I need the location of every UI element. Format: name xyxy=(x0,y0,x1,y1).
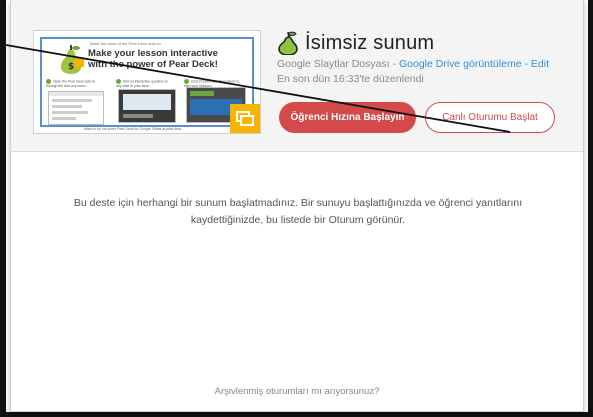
right-edge xyxy=(588,0,593,417)
link-separator: - xyxy=(521,58,531,70)
deck-header: $ Make the most of the Pear Deck add-on … xyxy=(11,0,583,152)
pear-icon: $ xyxy=(61,45,84,74)
empty-sessions-message: Bu deste için herhangi bir sunum başlatm… xyxy=(73,197,523,226)
drive-view-link[interactable]: Google Drive görüntüleme xyxy=(399,58,522,70)
thumbnail-caption: Make the most of the Pear Deck add-on xyxy=(90,41,161,46)
bottom-edge xyxy=(0,412,593,417)
start-live-session-button[interactable]: Canlı Oturumu Başlat xyxy=(425,102,555,133)
deck-thumbnail[interactable]: $ Make the most of the Pear Deck add-on … xyxy=(33,30,261,134)
thumbnail-slide-frame: $ Make the most of the Pear Deck add-on … xyxy=(40,37,254,127)
svg-text:$: $ xyxy=(68,62,74,72)
left-edge xyxy=(0,0,6,417)
screen: $ Make the most of the Pear Deck add-on … xyxy=(0,0,593,417)
deck-file-info: Google Slaytlar Dosyası - Google Drive g… xyxy=(277,58,549,70)
thumbnail-step-2: Add an interactive question to any slide… xyxy=(116,79,174,88)
thumbnail-screenshot-slide xyxy=(118,89,176,123)
google-slides-icon xyxy=(230,104,260,133)
deck-title-row: İsimsiz sunum xyxy=(277,30,434,56)
last-edited-label: En son dün 16:33'te düzenlendi xyxy=(277,73,424,85)
deck-modal: $ Make the most of the Pear Deck add-on … xyxy=(10,0,584,412)
deck-title: İsimsiz sunum xyxy=(305,31,435,54)
slides-glyph-icon xyxy=(236,111,254,126)
step-text: Add an interactive question to any slide… xyxy=(116,79,168,88)
student-paced-button[interactable]: Öğrenci Hızına Başlayın xyxy=(279,102,416,133)
thumbnail-screenshot-menu xyxy=(48,91,104,125)
pear-logo-icon xyxy=(278,31,298,55)
file-type-label: Google Slaytlar Dosyası - xyxy=(277,58,399,70)
step-text: Open the Pear Deck add-on through the Ad… xyxy=(46,79,96,88)
edit-link[interactable]: Edit xyxy=(531,58,549,70)
thumbnail-footer: Want to try out some Pear Deck for Googl… xyxy=(84,127,182,131)
archived-sessions-link[interactable]: Arşivlenmiş oturumları mı arıyorsunuz? xyxy=(11,386,583,397)
thumbnail-title: Make your lesson interactive with the po… xyxy=(88,48,218,70)
thumbnail-step-1: Open the Pear Deck add-on through the Ad… xyxy=(46,79,104,88)
